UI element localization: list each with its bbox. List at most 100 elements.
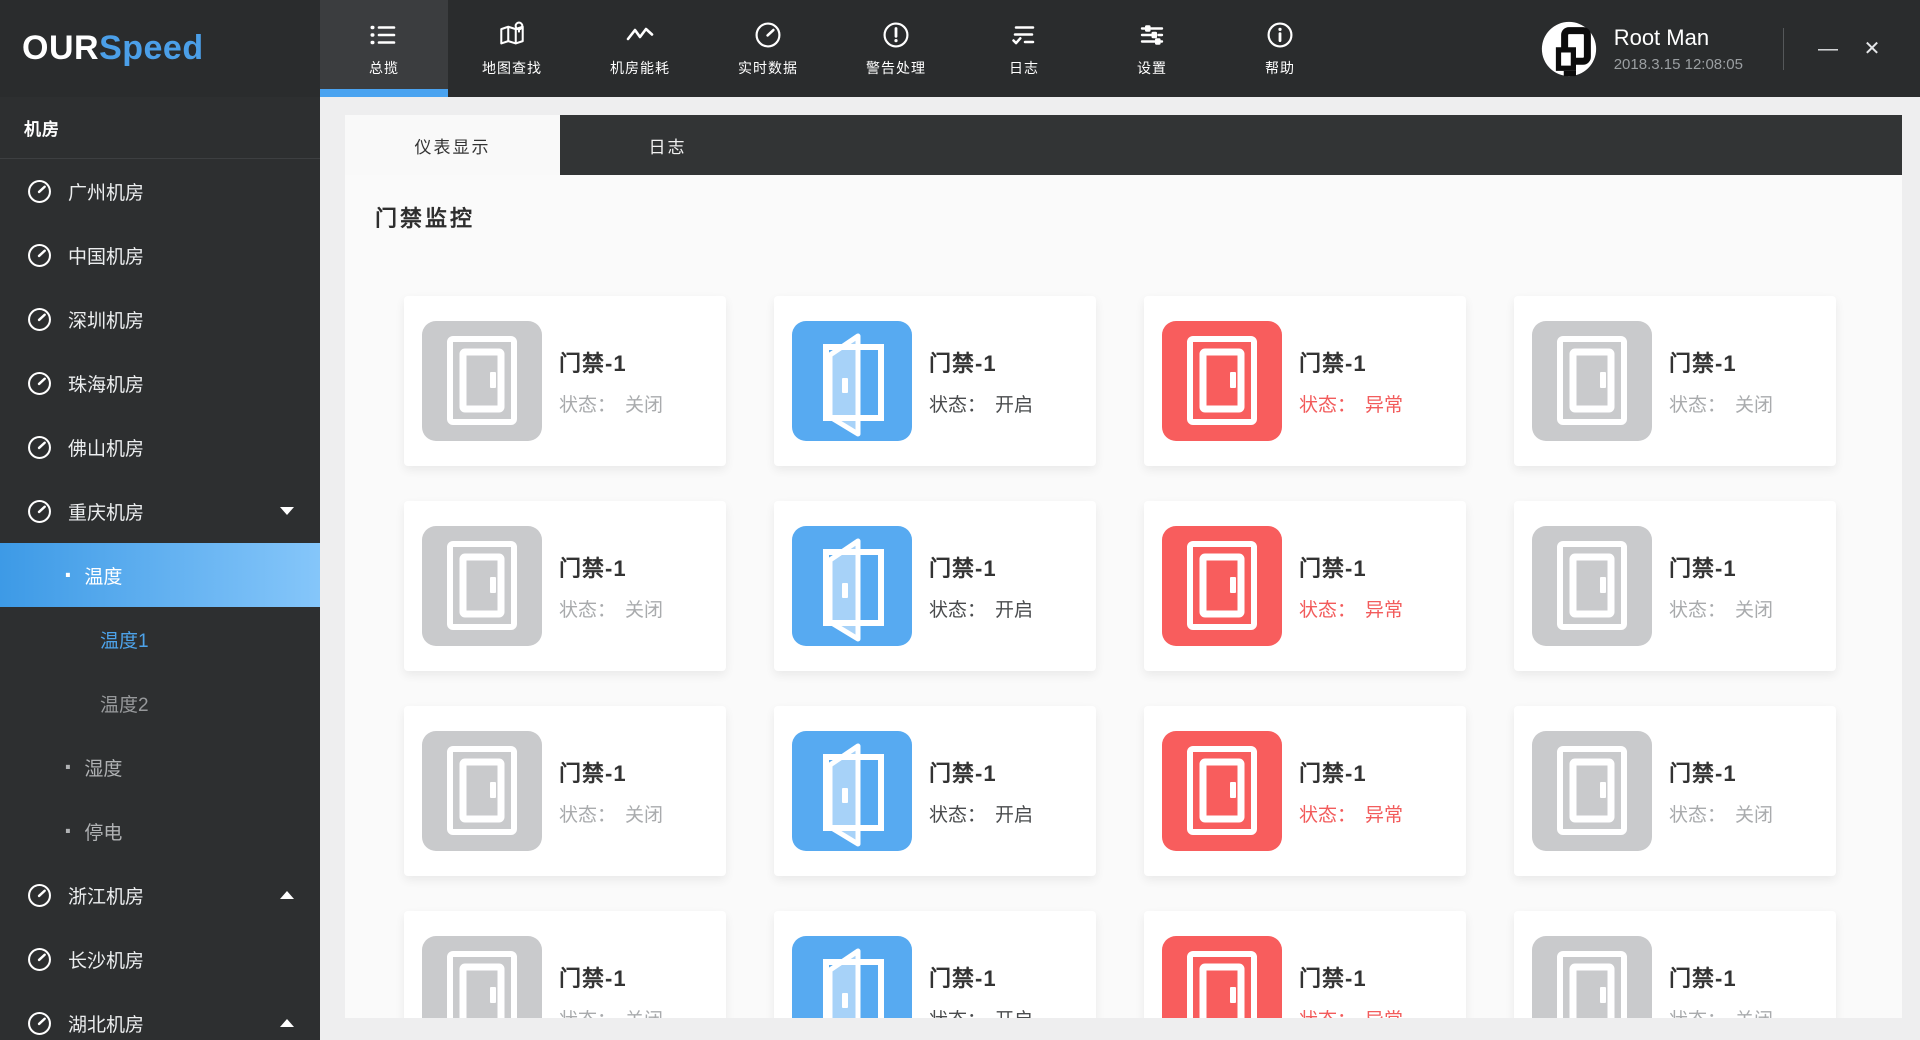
door-card[interactable]: 门禁-1 状态： 开启 — [774, 911, 1096, 1018]
bullet-icon — [64, 817, 84, 846]
door-closed-icon — [1557, 746, 1627, 835]
energy-icon — [624, 20, 656, 50]
door-card-grid: 门禁-1 状态： 关闭 门禁-1 状态： 开启 门禁-1 状态： 异常 门禁-1… — [404, 296, 1902, 1018]
door-status-tile — [1162, 936, 1282, 1018]
status-label: 状态： — [1669, 804, 1727, 826]
minimize-button[interactable]: — — [1806, 27, 1850, 71]
top-navbar: OUR Speed 总揽 地图查找 机房能耗 实时数据 警告处理 日志 设置 帮助 — [0, 0, 1920, 97]
user-text: Root Man 2018.3.15 12:08:05 — [1614, 25, 1743, 73]
nav-item-realtime[interactable]: 实时数据 — [704, 0, 832, 97]
door-card[interactable]: 门禁-1 状态： 异常 — [1144, 911, 1466, 1018]
nav-item-alerts[interactable]: 警告处理 — [832, 0, 960, 97]
gauge-icon — [754, 20, 782, 50]
status-value: 关闭 — [1735, 599, 1774, 621]
door-card[interactable]: 门禁-1 状态： 关闭 — [1514, 296, 1836, 466]
door-closed-icon — [1557, 951, 1627, 1018]
door-card-status: 状态： 关闭 — [559, 1005, 663, 1019]
caret-up-icon — [280, 891, 294, 899]
door-card-status: 状态： 关闭 — [559, 595, 663, 622]
door-card[interactable]: 门禁-1 状态： 关闭 — [404, 706, 726, 876]
door-card[interactable]: 门禁-1 状态： 关闭 — [404, 501, 726, 671]
nav-item-settings[interactable]: 设置 — [1088, 0, 1216, 97]
status-label: 状态： — [559, 804, 617, 826]
user-area: Root Man 2018.3.15 12:08:05 — ✕ — [1541, 0, 1920, 97]
status-value: 关闭 — [1735, 1005, 1773, 1019]
close-button[interactable]: ✕ — [1850, 27, 1894, 71]
door-status-tile — [422, 321, 542, 441]
window-controls-divider — [1783, 27, 1784, 70]
datetime: 2018.3.15 12:08:05 — [1613, 55, 1743, 73]
door-card-status: 状态： 异常 — [1299, 1005, 1403, 1019]
status-label: 状态： — [929, 394, 987, 416]
door-card[interactable]: 门禁-1 状态： 异常 — [1144, 706, 1466, 876]
door-card-title: 门禁-1 — [1299, 760, 1367, 786]
status-label: 状态： — [559, 394, 617, 416]
status-label: 状态： — [1669, 599, 1727, 621]
door-card[interactable]: 门禁-1 状态： 关闭 — [404, 296, 726, 466]
sidebar-item-humidity[interactable]: 湿度 — [0, 735, 320, 799]
sliders-icon — [1137, 20, 1167, 50]
sidebar-item-hubei[interactable]: 湖北机房 — [0, 991, 320, 1040]
list-icon — [369, 20, 399, 50]
door-status-tile — [792, 321, 912, 441]
door-card[interactable]: 门禁-1 状态： 异常 — [1144, 296, 1466, 466]
door-card[interactable]: 门禁-1 状态： 开启 — [774, 706, 1096, 876]
door-status-tile — [422, 731, 542, 851]
sidebar-item-zhuhai[interactable]: 珠海机房 — [0, 351, 320, 415]
status-label: 状态： — [1669, 394, 1727, 416]
sidebar-item-zhongguo[interactable]: 中国机房 — [0, 223, 320, 287]
status-label: 状态： — [559, 599, 617, 621]
door-card-title: 门禁-1 — [1669, 555, 1737, 581]
bullet-icon — [64, 561, 84, 590]
status-label: 状态： — [559, 1005, 616, 1019]
gauge-icon — [28, 243, 51, 267]
gauge-icon — [28, 947, 51, 971]
door-closed-icon — [1557, 541, 1627, 630]
sidebar-item-power-off[interactable]: 停电 — [0, 799, 320, 863]
tab-gauge-display[interactable]: 仪表显示 — [345, 115, 560, 175]
sidebar-item-temperature-1[interactable]: 温度1 — [0, 607, 320, 671]
sidebar-item-foshan[interactable]: 佛山机房 — [0, 415, 320, 479]
status-value: 异常 — [1365, 804, 1404, 826]
top-nav-items: 总揽 地图查找 机房能耗 实时数据 警告处理 日志 设置 帮助 — [320, 0, 1344, 97]
door-status-tile — [1532, 731, 1652, 851]
sidebar-item-temperature[interactable]: 温度 — [0, 543, 320, 607]
nav-item-help[interactable]: 帮助 — [1216, 0, 1344, 97]
sidebar-title: 机房 — [0, 97, 320, 159]
status-label: 状态： — [1299, 599, 1357, 621]
door-card[interactable]: 门禁-1 状态： 开启 — [774, 501, 1096, 671]
status-value: 开启 — [995, 804, 1034, 826]
gauge-icon — [28, 371, 51, 395]
door-card[interactable]: 门禁-1 状态： 关闭 — [404, 911, 726, 1018]
door-card[interactable]: 门禁-1 状态： 关闭 — [1514, 706, 1836, 876]
door-card-status: 状态： 开启 — [929, 1005, 1033, 1019]
avatar[interactable] — [1541, 21, 1597, 77]
door-card[interactable]: 门禁-1 状态： 关闭 — [1514, 501, 1836, 671]
nav-item-map-search[interactable]: 地图查找 — [448, 0, 576, 97]
status-value: 关闭 — [625, 1005, 663, 1019]
door-card[interactable]: 门禁-1 状态： 异常 — [1144, 501, 1466, 671]
gauge-icon — [28, 883, 51, 907]
gauge-icon — [28, 307, 51, 331]
sidebar-item-changsha[interactable]: 长沙机房 — [0, 927, 320, 991]
door-card[interactable]: 门禁-1 状态： 关闭 — [1514, 911, 1836, 1018]
door-status-tile — [1532, 936, 1652, 1018]
status-value: 关闭 — [1735, 804, 1774, 826]
sidebar-item-guangzhou[interactable]: 广州机房 — [0, 159, 320, 223]
nav-item-energy[interactable]: 机房能耗 — [576, 0, 704, 97]
sidebar-item-shenzhen[interactable]: 深圳机房 — [0, 287, 320, 351]
status-label: 状态： — [929, 804, 987, 826]
door-status-tile — [792, 731, 912, 851]
sidebar-item-zhejiang[interactable]: 浙江机房 — [0, 863, 320, 927]
door-closed-icon — [1187, 336, 1257, 425]
sidebar-item-chongqing[interactable]: 重庆机房 — [0, 479, 320, 543]
tab-log[interactable]: 日志 — [560, 115, 775, 175]
door-card-title: 门禁-1 — [929, 965, 997, 991]
logo-text-speed: Speed — [99, 29, 204, 67]
door-card-title: 门禁-1 — [559, 965, 627, 991]
sidebar-item-temperature-2[interactable]: 温度2 — [0, 671, 320, 735]
nav-item-overview[interactable]: 总揽 — [320, 0, 448, 97]
nav-item-logs[interactable]: 日志 — [960, 0, 1088, 97]
door-card[interactable]: 门禁-1 状态： 开启 — [774, 296, 1096, 466]
content-panel: 门禁监控 门禁-1 状态： 关闭 门禁-1 状态： 开启 门禁-1 状态： 异常 — [345, 175, 1902, 1018]
